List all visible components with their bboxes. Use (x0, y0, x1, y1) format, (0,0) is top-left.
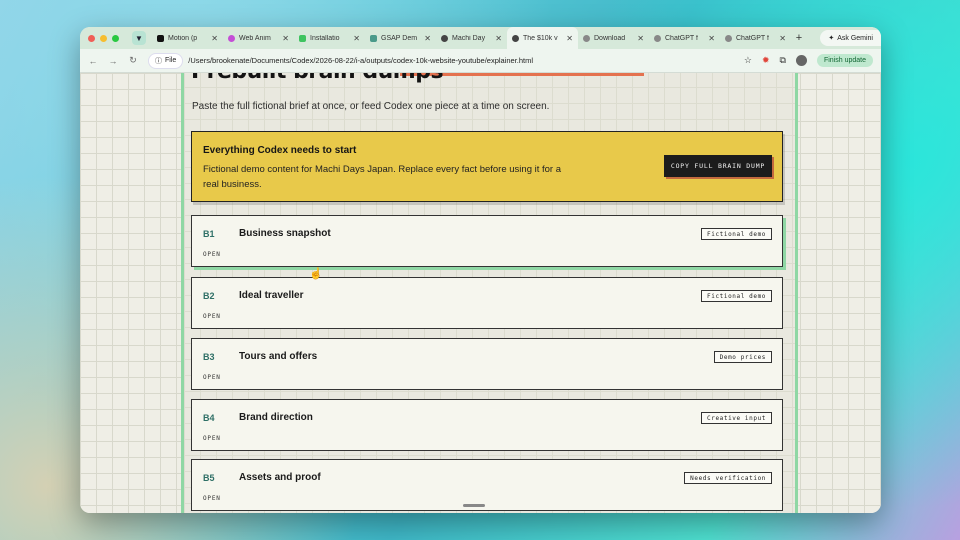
tab-6[interactable]: Download ✕ (578, 27, 649, 49)
ask-gemini-button[interactable]: ✦ Ask Gemini (820, 30, 881, 46)
tab-0[interactable]: Motion (p ✕ (152, 27, 223, 49)
tab-strip: ▼ Motion (p ✕ Web Anim ✕ Installatio ✕ GSAP… (80, 27, 881, 49)
section-badge: Creative input (701, 412, 772, 424)
page-viewport: Prebuilt brain dumps Paste the full fict… (80, 73, 881, 513)
toolbar: ← → ↻ ⓘ File /Users/brookenate/Documents… (80, 49, 881, 73)
page-title: Prebuilt brain dumps (191, 73, 444, 84)
motion-icon (157, 34, 164, 42)
close-tab-icon[interactable]: ✕ (566, 34, 573, 43)
section-badge: Demo prices (713, 351, 772, 363)
close-window-button[interactable] (88, 34, 95, 42)
section-code: B3 (203, 352, 215, 362)
url-text[interactable]: /Users/brookenate/Documents/Codex/2026-0… (188, 56, 533, 65)
section-status: OPEN (203, 313, 221, 320)
extension-bug-icon[interactable]: ✹ (762, 55, 770, 66)
close-tab-icon[interactable]: ✕ (282, 34, 289, 43)
info-icon: ⓘ (155, 57, 162, 65)
section-card-b4[interactable]: B4 Brand direction Creative input OPEN (191, 399, 783, 451)
tab-search-button[interactable]: ▼ (132, 31, 146, 45)
bookmark-star-icon[interactable]: ☆ (744, 55, 752, 66)
chrome-icon (654, 34, 661, 42)
new-tab-button[interactable]: + (791, 27, 807, 49)
forward-arrow-icon[interactable]: → (108, 56, 118, 66)
section-name: Tours and offers (239, 351, 318, 362)
close-tab-icon[interactable]: ✕ (353, 34, 360, 43)
tab-7[interactable]: ChatGPT f ✕ (649, 27, 720, 49)
section-code: B5 (203, 473, 215, 483)
start-card: Everything Codex needs to start Fictiona… (191, 131, 783, 202)
section-card-b2[interactable]: B2 Ideal traveller Fictional demo OPEN (191, 277, 783, 329)
close-tab-icon[interactable]: ✕ (211, 34, 218, 43)
sparkle-icon: ✦ (828, 35, 835, 42)
section-code: B1 (203, 229, 215, 239)
section-badge: Fictional demo (701, 228, 772, 240)
tab-8[interactable]: ChatGPT f ✕ (720, 27, 791, 49)
tab-2[interactable]: Installatio ✕ (294, 27, 365, 49)
chrome-icon (725, 34, 732, 42)
section-name: Business snapshot (239, 228, 331, 239)
section-name: Assets and proof (239, 472, 321, 483)
section-code: B2 (203, 291, 215, 301)
section-card-b5[interactable]: B5 Assets and proof Needs verification O… (191, 459, 783, 511)
close-tab-icon[interactable]: ✕ (424, 34, 431, 43)
section-badge: Fictional demo (701, 290, 772, 302)
site-info-chip[interactable]: ⓘ File (148, 52, 184, 69)
start-card-body: Fictional demo content for Machi Days Ja… (203, 164, 562, 190)
minimize-window-button[interactable] (100, 34, 107, 42)
section-status: OPEN (203, 251, 221, 258)
section-status: OPEN (203, 374, 221, 381)
section-name: Ideal traveller (239, 290, 304, 301)
section-status: OPEN (203, 435, 221, 442)
profile-avatar[interactable] (795, 55, 807, 66)
window-controls (88, 34, 132, 42)
section-card-b1[interactable]: B1 Business snapshot Fictional demo OPEN (191, 215, 783, 267)
address-bar[interactable]: ⓘ File /Users/brookenate/Documents/Codex… (148, 52, 752, 69)
globe-icon (512, 34, 519, 42)
chevron-down-icon: ▼ (135, 33, 143, 43)
maximize-window-button[interactable] (112, 34, 119, 42)
tab-1[interactable]: Web Anim ✕ (223, 27, 294, 49)
gsap-grid-icon (370, 34, 377, 42)
tab-5-active[interactable]: The $10k v ✕ (507, 27, 578, 49)
tab-3[interactable]: GSAP Dem ✕ (365, 27, 436, 49)
browser-window: ▼ Motion (p ✕ Web Anim ✕ Installatio ✕ GSAP… (80, 27, 881, 513)
globe-icon (441, 34, 448, 42)
finish-update-button[interactable]: Finish update (816, 54, 873, 67)
back-arrow-icon[interactable]: ← (88, 56, 98, 66)
close-tab-icon[interactable]: ✕ (637, 34, 644, 43)
close-tab-icon[interactable]: ✕ (495, 34, 502, 43)
hand-cursor-icon: ☝ (309, 268, 323, 280)
gsap-green-icon (299, 34, 306, 42)
chrome-icon (583, 34, 590, 42)
close-tab-icon[interactable]: ✕ (779, 34, 786, 43)
section-card-b3[interactable]: B3 Tours and offers Demo prices OPEN (191, 338, 783, 390)
copy-full-brain-dump-button[interactable]: COPY FULL BRAIN DUMP (664, 155, 772, 177)
animation-icon (228, 34, 235, 42)
scroll-indicator[interactable] (463, 504, 485, 507)
section-status: OPEN (203, 495, 221, 502)
section-badge: Needs verification (684, 472, 772, 484)
section-code: B4 (203, 413, 215, 423)
extensions-puzzle-icon[interactable]: ⧉ (780, 55, 786, 66)
tab-4[interactable]: Machi Day ✕ (436, 27, 507, 49)
plus-icon: + (795, 32, 803, 44)
start-card-title: Everything Codex needs to start (203, 145, 357, 156)
section-name: Brand direction (239, 412, 313, 423)
close-tab-icon[interactable]: ✕ (708, 34, 715, 43)
tab-list: Motion (p ✕ Web Anim ✕ Installatio ✕ GSAP D… (152, 27, 807, 49)
reload-icon[interactable]: ↻ (128, 55, 138, 66)
page-subtitle: Paste the full fictional brief at once, … (192, 101, 550, 112)
